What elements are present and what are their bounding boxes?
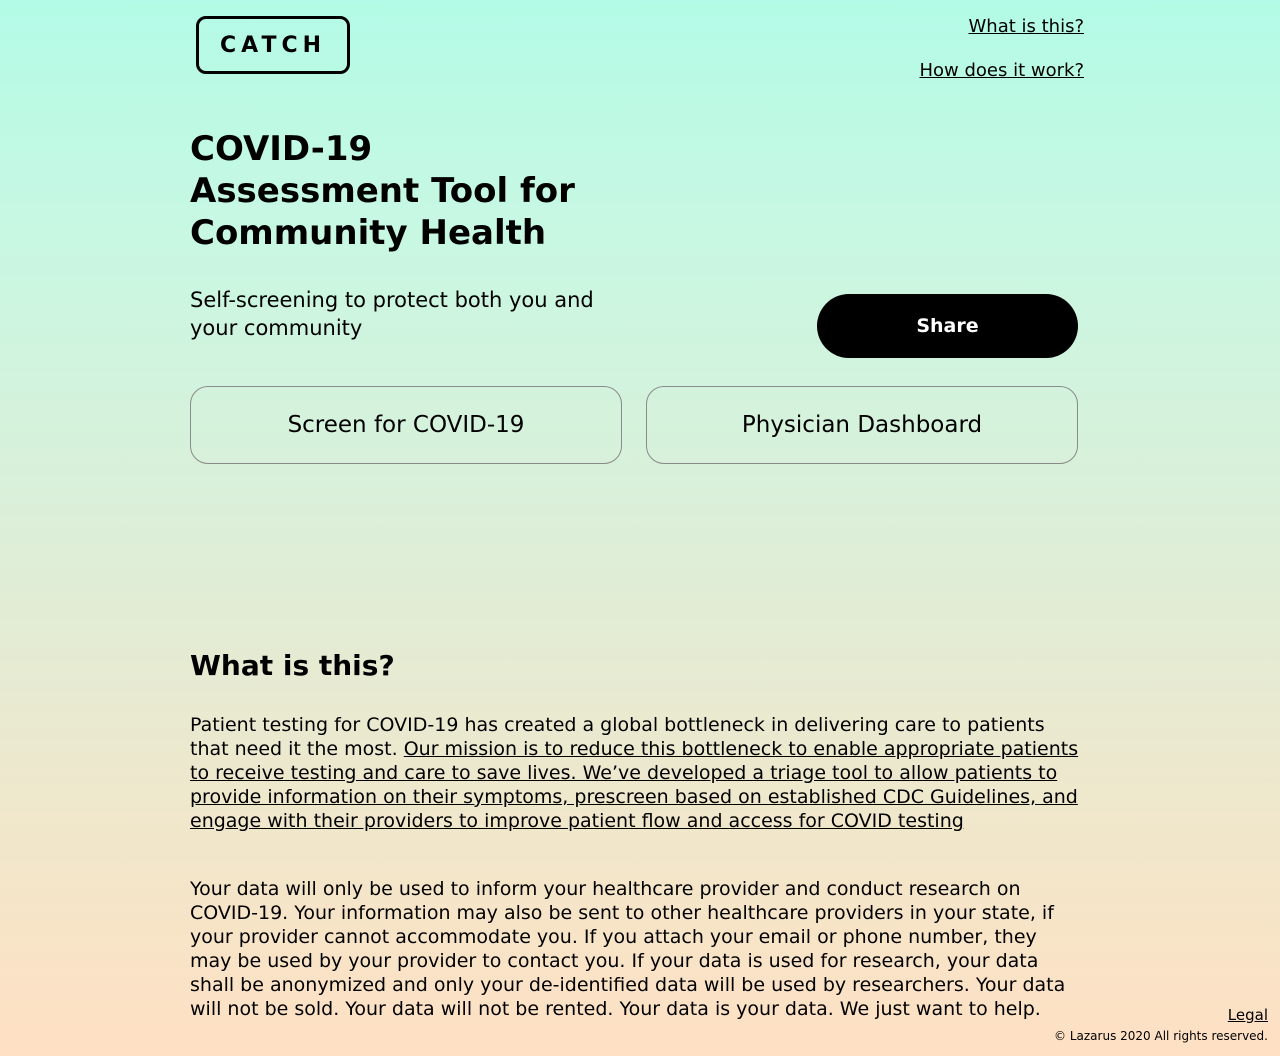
catch-logo[interactable]: CATCH	[196, 16, 350, 74]
data-privacy-paragraph: Your data will only be used to inform yo…	[190, 878, 1066, 1020]
nav-link-what-is-this[interactable]: What is this?	[968, 16, 1084, 37]
logo-text: CATCH	[219, 32, 327, 58]
what-is-this-heading: What is this?	[190, 649, 395, 682]
copyright-text: © Lazarus 2020 All rights reserved.	[1054, 1029, 1268, 1043]
mission-paragraph: Patient testing for COVID-19 has created…	[190, 713, 1080, 833]
screen-for-covid-button[interactable]: Screen for COVID-19	[190, 386, 622, 464]
page-subtitle: Self-screening to protect both you and y…	[190, 288, 594, 340]
page: CATCH What is this? How does it work? CO…	[0, 0, 1280, 1056]
page-title: COVID-19 Assessment Tool for Community H…	[190, 129, 575, 253]
legal-link[interactable]: Legal	[1228, 1006, 1268, 1024]
nav-link-how-does-it-work[interactable]: How does it work?	[920, 60, 1085, 81]
share-button[interactable]: Share	[817, 294, 1078, 358]
physician-dashboard-button[interactable]: Physician Dashboard	[646, 386, 1078, 464]
